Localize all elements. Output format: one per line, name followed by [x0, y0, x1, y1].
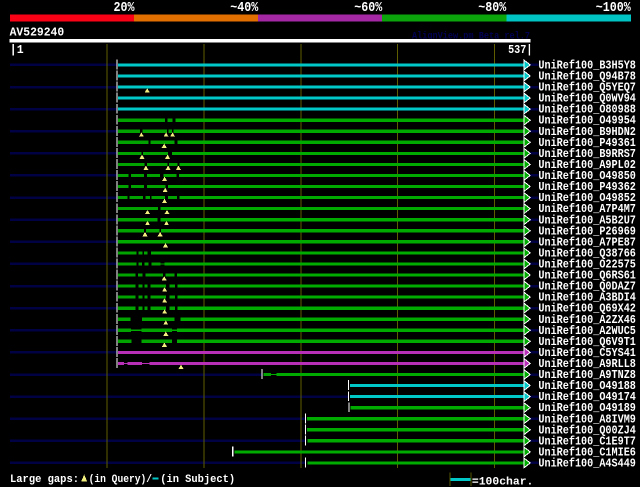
svg-text:(in Query)/: (in Query)/ — [89, 474, 153, 486]
svg-text:(in Subject): (in Subject) — [160, 474, 235, 486]
svg-text:Large gaps:: Large gaps: — [10, 474, 79, 486]
svg-text:AV529240: AV529240 — [10, 26, 65, 40]
svg-text:=100char.: =100char. — [472, 476, 534, 487]
svg-text:~60%: ~60% — [354, 1, 383, 16]
svg-text:20%: 20% — [114, 1, 136, 16]
svg-text:~40%: ~40% — [230, 1, 259, 16]
svg-text:~100%: ~100% — [596, 1, 632, 16]
svg-text:537|: 537| — [508, 44, 532, 57]
svg-text:|1: |1 — [10, 44, 24, 57]
svg-text:UniRef100_A4S449: UniRef100_A4S449 — [538, 457, 636, 471]
svg-text:~80%: ~80% — [478, 1, 507, 16]
